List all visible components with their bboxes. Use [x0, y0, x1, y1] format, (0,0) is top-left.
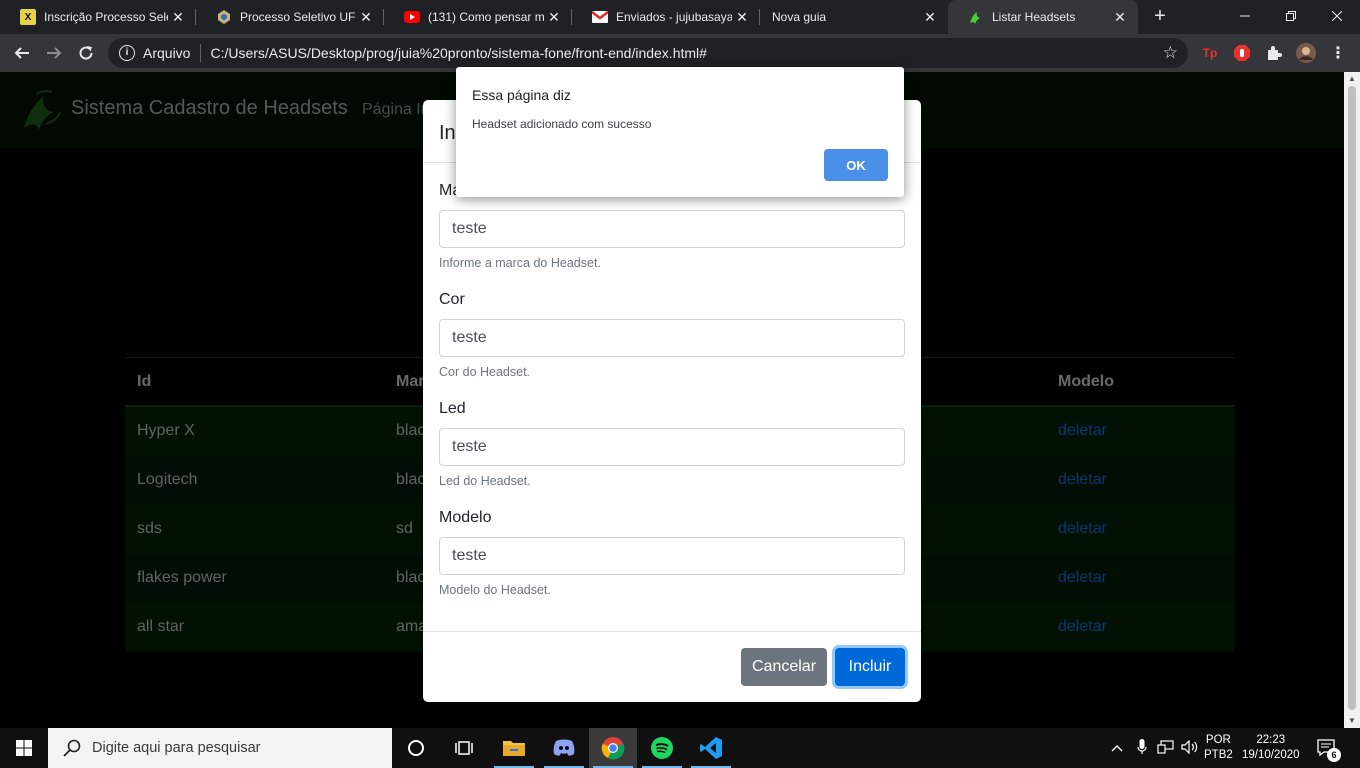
windows-taskbar: Digite aqui para pesquisar POR PTB2 22:2… — [0, 728, 1360, 768]
browser-tab[interactable]: Nova guia ✕ — [760, 0, 948, 34]
taskbar-search-box[interactable]: Digite aqui para pesquisar — [48, 728, 392, 768]
chevron-up-icon[interactable] — [1108, 741, 1126, 755]
search-icon — [63, 739, 81, 757]
cancel-button[interactable]: Cancelar — [741, 648, 827, 686]
chrome-icon[interactable] — [589, 728, 637, 768]
close-tab-icon[interactable]: ✕ — [356, 9, 376, 26]
minimize-button[interactable] — [1222, 0, 1268, 32]
modelo-help-text: Modelo do Headset. — [439, 583, 551, 597]
browser-tab[interactable]: X Inscrição Processo Sele ✕ — [0, 0, 196, 34]
field-label-cor: Cor — [439, 291, 465, 308]
adblock-icon[interactable] — [1232, 43, 1252, 63]
new-tab-button[interactable]: + — [1149, 5, 1171, 27]
start-button[interactable] — [0, 728, 48, 768]
back-arrow-icon[interactable] — [8, 39, 36, 67]
reload-icon[interactable] — [72, 39, 100, 67]
ufsc-logo-icon — [216, 9, 232, 25]
browser-tab[interactable]: Processo Seletivo UFSC ✕ — [196, 0, 384, 34]
scrollbar-thumb[interactable] — [1348, 86, 1356, 710]
spotify-icon[interactable] — [638, 728, 686, 768]
x-logo-icon: X — [20, 9, 36, 25]
alert-message: Headset adicionado com sucesso — [472, 117, 652, 131]
modelo-input[interactable]: teste — [439, 537, 905, 575]
address-scheme-label: Arquivo — [143, 45, 191, 61]
notification-count-badge: 6 — [1327, 748, 1341, 762]
include-button[interactable]: Incluir — [835, 648, 905, 686]
windows-logo-icon — [16, 740, 32, 756]
close-tab-icon[interactable]: ✕ — [732, 9, 752, 26]
clock[interactable]: 22:23 19/10/2020 — [1242, 728, 1300, 768]
chrome-menu-icon[interactable]: ⋮ — [1328, 43, 1348, 63]
page-scrollbar[interactable]: ▲ ▼ — [1344, 72, 1360, 728]
notification-center-icon[interactable]: 6 — [1316, 728, 1341, 768]
youtube-icon — [404, 9, 420, 25]
led-input[interactable]: teste — [439, 428, 905, 466]
system-tray — [1108, 728, 1202, 768]
field-label-led: Led — [439, 400, 466, 417]
forward-arrow-icon[interactable] — [40, 39, 68, 67]
cor-help-text: Cor do Headset. — [439, 365, 531, 379]
browser-tab[interactable]: (131) Como pensar mel ✕ — [384, 0, 572, 34]
alert-title: Essa página diz — [472, 87, 571, 103]
marca-input[interactable]: teste — [439, 210, 905, 248]
address-url[interactable]: C:/Users/ASUS/Desktop/prog/juia%20pronto… — [210, 45, 706, 61]
volume-icon[interactable] — [1178, 739, 1202, 757]
scroll-down-arrow-icon[interactable]: ▼ — [1344, 714, 1360, 728]
close-window-button[interactable] — [1314, 0, 1360, 32]
browser-tab-strip: X Inscrição Processo Sele ✕ Processo Sel… — [0, 0, 1360, 34]
close-tab-icon[interactable]: ✕ — [168, 9, 188, 26]
close-tab-icon[interactable]: ✕ — [1110, 9, 1130, 26]
browser-tab[interactable]: Enviados - jujubasayajin ✕ — [572, 0, 760, 34]
file-explorer-icon[interactable] — [490, 728, 538, 768]
vscode-icon[interactable] — [687, 728, 735, 768]
razer-logo-icon — [968, 9, 984, 25]
language-indicator[interactable]: POR PTB2 — [1204, 728, 1233, 768]
network-icon[interactable] — [1154, 739, 1178, 757]
puzzle-icon[interactable] — [1264, 43, 1284, 63]
browser-tab-active[interactable]: Listar Headsets ✕ — [948, 0, 1138, 34]
task-view-icon[interactable] — [440, 728, 488, 768]
address-bar[interactable]: i Arquivo C:/Users/ASUS/Desktop/prog/jui… — [108, 38, 1188, 68]
gmail-icon — [592, 9, 608, 25]
close-tab-icon[interactable]: ✕ — [544, 9, 564, 26]
modal-title: In — [439, 122, 456, 144]
field-label-modelo: Modelo — [439, 509, 492, 526]
led-help-text: Led do Headset. — [439, 474, 531, 488]
restore-button[interactable] — [1268, 0, 1314, 32]
bookmark-star-icon[interactable]: ☆ — [1163, 43, 1178, 63]
alert-ok-button[interactable]: OK — [824, 149, 888, 181]
discord-icon[interactable] — [540, 728, 588, 768]
javascript-alert-dialog: Essa página diz Headset adicionado com s… — [456, 67, 904, 197]
scroll-up-arrow-icon[interactable]: ▲ — [1344, 72, 1360, 86]
close-tab-icon[interactable]: ✕ — [920, 9, 940, 26]
profile-avatar[interactable] — [1296, 43, 1316, 63]
cortana-icon[interactable] — [392, 728, 440, 768]
info-icon[interactable]: i — [119, 45, 135, 61]
cor-input[interactable]: teste — [439, 319, 905, 357]
tp-extension-icon[interactable]: Tp — [1200, 43, 1220, 63]
marca-help-text: Informe a marca do Headset. — [439, 256, 601, 270]
microphone-icon[interactable] — [1130, 738, 1154, 758]
